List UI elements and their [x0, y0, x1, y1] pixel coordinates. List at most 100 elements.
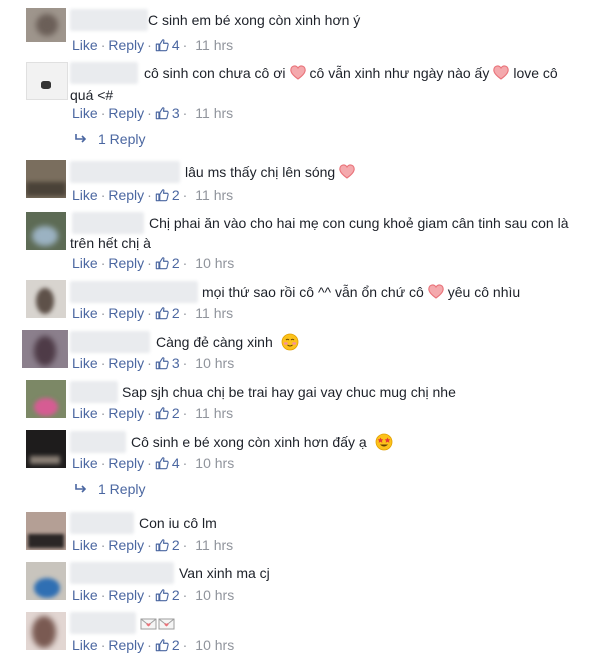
timestamp[interactable]: 11 hrs: [195, 105, 233, 121]
separator: ·: [100, 587, 106, 603]
thumbs-up-icon[interactable]: [155, 638, 169, 652]
reply-link[interactable]: Reply: [108, 455, 144, 471]
commenter-name[interactable]: [70, 281, 198, 303]
like-count[interactable]: 2: [172, 587, 180, 603]
view-replies-link[interactable]: 1 Reply: [74, 131, 145, 147]
like-link[interactable]: Like: [72, 637, 98, 653]
comment-text: lâu ms thấy chị lên sóng: [185, 161, 359, 184]
reply-link[interactable]: Reply: [108, 405, 144, 421]
commenter-name[interactable]: [70, 562, 174, 584]
avatar[interactable]: [22, 330, 68, 368]
avatar[interactable]: [26, 430, 66, 468]
like-link[interactable]: Like: [72, 305, 98, 321]
view-replies-link[interactable]: 1 Reply: [74, 481, 145, 497]
separator: ·: [182, 305, 188, 321]
timestamp[interactable]: 11 hrs: [195, 305, 233, 321]
reply-link[interactable]: Reply: [108, 637, 144, 653]
avatar[interactable]: [26, 612, 66, 650]
like-count[interactable]: 4: [172, 37, 180, 53]
timestamp[interactable]: 10 hrs: [195, 355, 234, 371]
avatar[interactable]: [26, 280, 66, 318]
avatar[interactable]: [26, 62, 68, 100]
like-count[interactable]: 2: [172, 187, 180, 203]
timestamp[interactable]: 10 hrs: [195, 587, 234, 603]
commenter-name[interactable]: [70, 381, 118, 403]
thumbs-up-icon[interactable]: [155, 256, 169, 270]
like-count[interactable]: 2: [172, 537, 180, 553]
comment-actions: Like · Reply · 4 · 10 hrs: [72, 453, 234, 473]
timestamp[interactable]: 11 hrs: [195, 187, 233, 203]
like-link[interactable]: Like: [72, 405, 98, 421]
timestamp[interactable]: 10 hrs: [195, 455, 234, 471]
like-count[interactable]: 3: [172, 355, 180, 371]
comment-actions: Like · Reply · 3 · 11 hrs: [72, 103, 233, 123]
like-count[interactable]: 2: [172, 405, 180, 421]
like-count[interactable]: 2: [172, 305, 180, 321]
avatar[interactable]: [26, 160, 66, 198]
thumbs-up-icon[interactable]: [155, 406, 169, 420]
separator: ·: [182, 405, 188, 421]
reply-link[interactable]: Reply: [108, 305, 144, 321]
reply-link[interactable]: Reply: [108, 255, 144, 271]
reply-link[interactable]: Reply: [108, 105, 144, 121]
like-link[interactable]: Like: [72, 255, 98, 271]
timestamp[interactable]: 11 hrs: [195, 37, 233, 53]
like-count[interactable]: 2: [172, 255, 180, 271]
like-link[interactable]: Like: [72, 187, 98, 203]
commenter-name[interactable]: [70, 331, 150, 353]
reply-link[interactable]: Reply: [108, 537, 144, 553]
comment-text: Sap sjh chua chị be trai hay gai vay chu…: [122, 384, 456, 400]
thumbs-up-icon[interactable]: [155, 306, 169, 320]
commenter-name[interactable]: [70, 512, 134, 534]
like-link[interactable]: Like: [72, 37, 98, 53]
reply-link[interactable]: Reply: [108, 587, 144, 603]
timestamp[interactable]: 10 hrs: [195, 255, 234, 271]
thumbs-up-icon[interactable]: [155, 356, 169, 370]
avatar[interactable]: [26, 512, 66, 550]
like-count[interactable]: 2: [172, 637, 180, 653]
separator: ·: [100, 405, 106, 421]
reply-link[interactable]: Reply: [108, 187, 144, 203]
thumbs-up-icon[interactable]: [155, 588, 169, 602]
like-link[interactable]: Like: [72, 587, 98, 603]
like-count[interactable]: 3: [172, 105, 180, 121]
thumbs-up-icon[interactable]: [155, 38, 169, 52]
thumbs-up-icon[interactable]: [155, 188, 169, 202]
comment-actions: Like · Reply · 2 · 11 hrs: [72, 535, 233, 555]
replies-count[interactable]: 1 Reply: [98, 481, 145, 497]
separator: ·: [182, 105, 188, 121]
avatar[interactable]: [26, 562, 66, 600]
commenter-name[interactable]: [70, 9, 148, 31]
commenter-name[interactable]: [70, 612, 136, 634]
avatar[interactable]: [26, 380, 66, 418]
thumbs-up-icon[interactable]: [155, 456, 169, 470]
reply-arrow-icon: [74, 483, 88, 495]
separator: ·: [147, 405, 152, 421]
comment-text: Chị phai ăn vào cho hai mẹ con cung khoẻ…: [149, 215, 569, 231]
timestamp[interactable]: 10 hrs: [195, 637, 234, 653]
like-link[interactable]: Like: [72, 537, 98, 553]
thumbs-up-icon[interactable]: [155, 106, 169, 120]
like-link[interactable]: Like: [72, 105, 98, 121]
comment-actions: Like · Reply · 4 · 11 hrs: [72, 35, 233, 55]
thumbs-up-icon[interactable]: [155, 538, 169, 552]
avatar[interactable]: [26, 8, 66, 42]
timestamp[interactable]: 11 hrs: [195, 537, 233, 553]
timestamp[interactable]: 11 hrs: [195, 405, 233, 421]
avatar[interactable]: [26, 212, 66, 250]
like-link[interactable]: Like: [72, 455, 98, 471]
star-struck-emoji: [375, 433, 392, 451]
commenter-name[interactable]: [70, 431, 126, 453]
like-count[interactable]: 4: [172, 455, 180, 471]
comment-text: Cô sinh e bé xong còn xinh hơn đấy ạ: [131, 431, 393, 454]
replies-count[interactable]: 1 Reply: [98, 131, 145, 147]
commenter-name[interactable]: [72, 212, 144, 234]
reply-link[interactable]: Reply: [108, 355, 144, 371]
commenter-name[interactable]: [70, 161, 180, 183]
commenter-name[interactable]: [70, 62, 138, 84]
separator: ·: [182, 455, 188, 471]
reply-link[interactable]: Reply: [108, 37, 144, 53]
comment-text: mọi thứ sao rồi cô ^^ vẫn ổn chứ cô yêu c…: [202, 284, 521, 300]
separator: ·: [100, 355, 106, 371]
like-link[interactable]: Like: [72, 355, 98, 371]
